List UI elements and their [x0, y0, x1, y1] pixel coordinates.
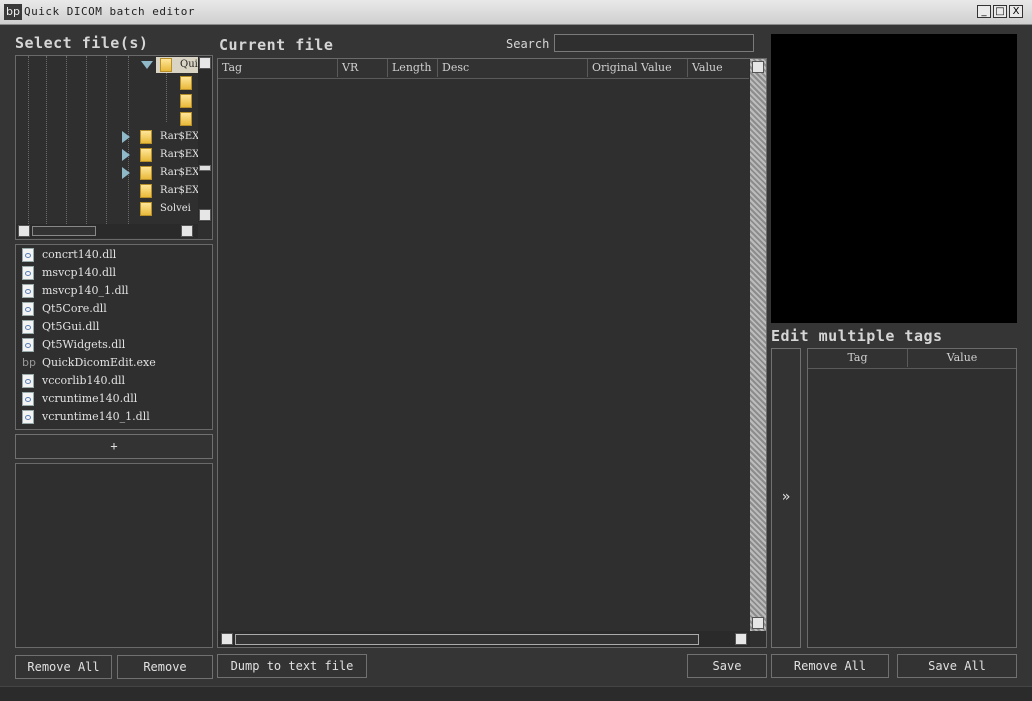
dll-icon — [22, 284, 34, 298]
column-header-length[interactable]: Length — [388, 59, 438, 77]
scroll-right-button[interactable] — [735, 633, 747, 645]
selected-files-list[interactable] — [15, 463, 213, 648]
tree-item-label[interactable]: Rar$EX — [160, 164, 199, 182]
folder-icon — [140, 166, 152, 180]
tree-guide — [28, 56, 29, 224]
folder-icon[interactable] — [180, 94, 192, 108]
folder-icon — [140, 130, 152, 144]
tree-item-label[interactable]: Solvei — [160, 200, 191, 218]
dll-icon — [22, 266, 34, 280]
scroll-down-button[interactable] — [752, 617, 764, 629]
add-to-multi-edit-button[interactable]: » — [771, 348, 801, 648]
tree-item-label[interactable]: Qui — [180, 56, 198, 74]
tree-guide — [166, 72, 167, 122]
add-files-button[interactable]: + — [15, 434, 213, 459]
close-button[interactable]: X — [1009, 5, 1023, 18]
status-bar — [0, 686, 1032, 701]
scroll-up-button[interactable] — [752, 61, 764, 73]
dll-icon — [22, 410, 34, 424]
scroll-left-button[interactable] — [18, 225, 30, 237]
table-hscrollbar[interactable] — [218, 631, 750, 647]
column-header-desc[interactable]: Desc — [438, 59, 588, 77]
folder-icon[interactable] — [180, 112, 192, 126]
table-vscrollbar[interactable] — [750, 59, 766, 631]
image-preview — [771, 34, 1017, 323]
folder-tree[interactable]: Qui Rar$EX Rar$EX Rar$EX Rar$EX Solvei — [15, 55, 213, 240]
tree-vscrollbar[interactable] — [198, 56, 212, 222]
dll-icon — [22, 302, 34, 316]
app-exe-icon: bp — [22, 356, 36, 369]
tree-guide — [66, 56, 67, 224]
file-list[interactable]: concrt140.dll msvcp140.dll msvcp140_1.dl… — [15, 244, 213, 430]
save-button[interactable]: Save — [687, 654, 767, 678]
tree-guide — [86, 56, 87, 224]
dll-icon — [22, 374, 34, 388]
tree-item-label[interactable]: Rar$EX — [160, 182, 199, 200]
collapse-arrow-icon[interactable] — [122, 131, 130, 143]
search-input[interactable] — [554, 34, 754, 52]
table-header: Tag VR Length Desc Original Value Value — [218, 59, 749, 79]
dll-icon — [22, 320, 34, 334]
window-title: Quick DICOM batch editor — [24, 5, 195, 18]
column-header-original-value[interactable]: Original Value — [588, 59, 688, 77]
folder-icon[interactable] — [180, 76, 192, 90]
scroll-down-button[interactable] — [199, 209, 211, 221]
search-label: Search — [506, 37, 550, 51]
select-files-title: Select file(s) — [15, 34, 149, 52]
save-all-button[interactable]: Save All — [897, 654, 1017, 678]
column-header-value[interactable]: Value — [908, 349, 1016, 367]
collapse-arrow-icon[interactable] — [122, 149, 130, 161]
scroll-thumb[interactable] — [199, 165, 211, 171]
table-header: Tag Value — [808, 349, 1016, 369]
scroll-left-button[interactable] — [221, 633, 233, 645]
dll-icon — [22, 338, 34, 352]
folder-icon — [160, 58, 172, 72]
tag-table[interactable]: Tag VR Length Desc Original Value Value — [217, 58, 767, 648]
current-file-title: Current file — [219, 36, 334, 54]
remove-all-tags-button[interactable]: Remove All — [771, 654, 889, 678]
maximize-button[interactable]: □ — [993, 5, 1007, 18]
dll-icon — [22, 392, 34, 406]
minimize-button[interactable]: _ — [977, 5, 991, 18]
column-header-tag[interactable]: Tag — [808, 349, 908, 367]
title-bar: bp Quick DICOM batch editor _ □ X — [0, 0, 1032, 25]
remove-all-files-button[interactable]: Remove All — [15, 655, 112, 679]
edit-multiple-tags-title: Edit multiple tags — [771, 327, 943, 345]
scroll-right-button[interactable] — [181, 225, 193, 237]
scroll-thumb[interactable] — [235, 634, 699, 645]
tree-item-label[interactable]: Rar$EX — [160, 146, 199, 164]
dump-to-text-button[interactable]: Dump to text file — [217, 654, 367, 678]
tree-guide — [106, 56, 107, 224]
scroll-up-button[interactable] — [199, 57, 211, 69]
multi-tag-table[interactable]: Tag Value — [807, 348, 1017, 648]
app-icon: bp — [4, 4, 22, 20]
folder-icon — [140, 184, 152, 198]
tree-item-label[interactable]: Rar$EX — [160, 128, 199, 146]
folder-icon — [140, 148, 152, 162]
column-header-value[interactable]: Value — [688, 59, 749, 77]
tree-hscrollbar[interactable] — [16, 224, 198, 238]
app-window: bp Quick DICOM batch editor _ □ X Select… — [0, 0, 1032, 701]
column-header-tag[interactable]: Tag — [218, 59, 338, 77]
remove-file-button[interactable]: Remove — [117, 655, 213, 679]
dll-icon — [22, 248, 34, 262]
collapse-arrow-icon[interactable] — [122, 167, 130, 179]
folder-icon — [140, 202, 152, 216]
tree-guide — [46, 56, 47, 224]
column-header-vr[interactable]: VR — [338, 59, 388, 77]
scroll-thumb[interactable] — [32, 226, 96, 236]
expand-arrow-icon[interactable] — [141, 61, 153, 69]
